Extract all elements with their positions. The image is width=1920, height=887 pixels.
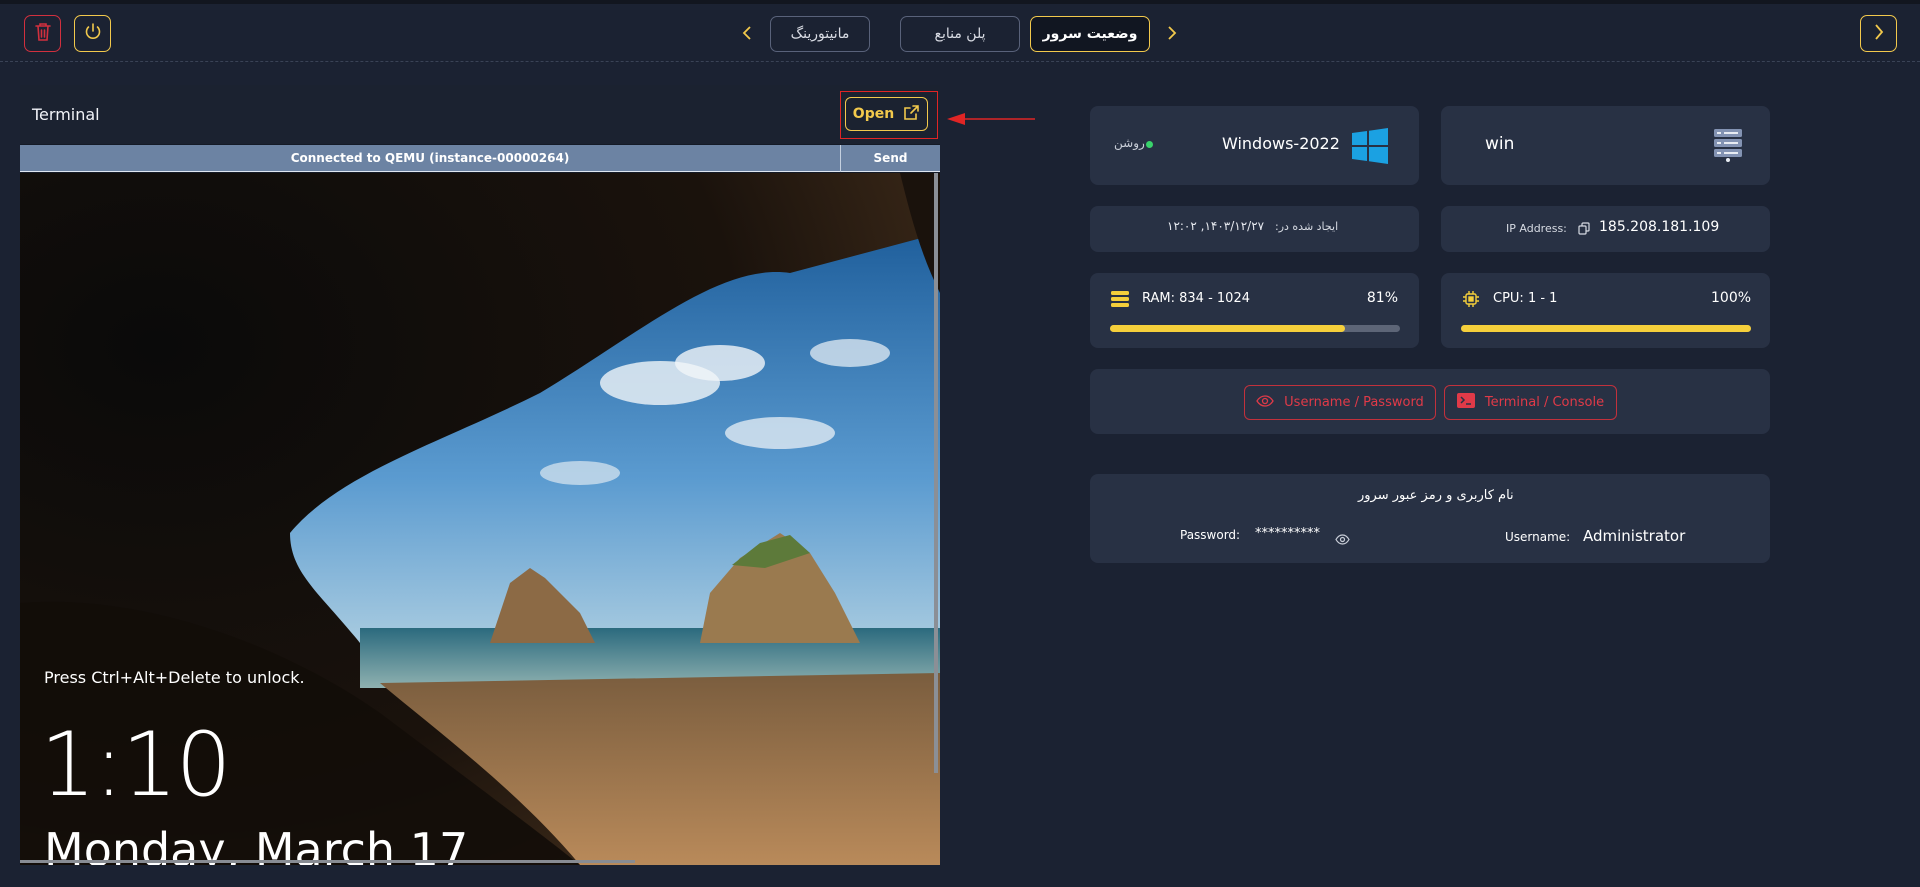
server-name: win: [1485, 134, 1515, 154]
ram-card: RAM: 834 - 1024 81%: [1090, 273, 1419, 348]
username-label: Username:: [1505, 530, 1571, 544]
open-label: Open: [852, 106, 895, 122]
password-value: **********: [1255, 526, 1320, 541]
credentials-title: نام کاربری و رمز عبور سرور: [1358, 488, 1514, 503]
cpu-progress-fill: [1461, 325, 1751, 332]
username-password-label: Username / Password: [1284, 395, 1424, 410]
vnc-screen[interactable]: Press Ctrl+Alt+Delete to unlock. 1:10 Mo…: [20, 173, 940, 865]
created-date-card: ایجاد شده در: ۱۴۰۳/۱۲/۲۷, ۱۲:۰۲: [1090, 206, 1419, 252]
ip-address-card: IP Address: 185.208.181.109: [1441, 206, 1770, 252]
annotation-arrow: [947, 113, 1035, 125]
chevron-right-icon: [1167, 25, 1177, 44]
chevron-right-icon: [1874, 23, 1884, 44]
ram-progress-fill: [1110, 325, 1345, 332]
ip-value: 185.208.181.109: [1599, 219, 1720, 235]
created-label: ایجاد شده در:: [1275, 220, 1339, 233]
cpu-label: CPU: 1 - 1: [1493, 291, 1558, 306]
cpu-progress-bar: [1461, 325, 1751, 332]
tab-monitoring[interactable]: مانیتورینگ: [770, 16, 870, 52]
terminal-console-label: Terminal / Console: [1484, 395, 1605, 410]
terminal-console-button[interactable]: Terminal / Console: [1444, 385, 1617, 420]
open-terminal-button[interactable]: Open: [845, 97, 928, 131]
credentials-card: نام کاربری و رمز عبور سرور Password: ***…: [1090, 474, 1770, 563]
trash-icon: [34, 22, 52, 46]
tab-server-status[interactable]: وضعیت سرور: [1030, 16, 1150, 52]
server-status: روشن: [1114, 136, 1145, 150]
server-name-card: win: [1441, 106, 1770, 185]
tabs-scroll-left-button[interactable]: [739, 25, 755, 44]
terminal-icon: [1456, 393, 1475, 412]
server-icon: [1713, 128, 1743, 166]
username-value: Administrator: [1583, 527, 1686, 545]
chevron-left-icon: [742, 25, 752, 44]
tabs-scroll-right-button[interactable]: [1164, 25, 1180, 44]
os-name: Windows-2022: [1222, 134, 1340, 153]
terminal-panel: Terminal Open Connected to QEMU (instanc…: [20, 85, 940, 865]
vnc-horizontal-scrollbar[interactable]: [20, 860, 635, 863]
lock-screen-time: 1:10: [40, 713, 232, 816]
ram-memory-icon: [1110, 290, 1130, 312]
password-label: Password:: [1180, 528, 1241, 542]
terminal-title: Terminal: [32, 105, 100, 124]
username-password-button[interactable]: Username / Password: [1244, 385, 1436, 420]
lock-screen-date: Monday, March 17: [44, 823, 469, 865]
tab-resource-plan[interactable]: پلن منابع: [900, 16, 1020, 52]
external-link-icon: [903, 104, 920, 125]
vnc-vertical-scrollbar[interactable]: [934, 173, 938, 773]
created-value: ۱۴۰۳/۱۲/۲۷, ۱۲:۰۲: [1167, 219, 1265, 233]
status-dot: [1146, 141, 1153, 148]
send-ctrl-alt-del-button[interactable]: Send CtrlAltDel: [840, 145, 940, 192]
delete-server-button[interactable]: [24, 15, 61, 52]
windows-logo-icon: [1352, 128, 1388, 168]
terminal-header: Terminal Open: [20, 85, 940, 144]
top-bar: مانیتورینگ پلن منابع وضعیت سرور: [0, 4, 1920, 62]
vnc-connection-status: Connected to QEMU (instance-00000264): [290, 151, 570, 165]
copy-icon[interactable]: [1578, 220, 1590, 239]
vnc-status-bar: Connected to QEMU (instance-00000264) Se…: [20, 145, 940, 192]
back-button[interactable]: [1860, 15, 1897, 52]
power-button[interactable]: [74, 15, 111, 52]
cpu-percent: 100%: [1711, 290, 1752, 306]
ram-label: RAM: 834 - 1024: [1142, 291, 1250, 306]
ram-percent: 81%: [1366, 290, 1398, 306]
lock-screen-hint: Press Ctrl+Alt+Delete to unlock.: [44, 668, 305, 687]
ip-label: IP Address:: [1506, 222, 1567, 235]
ram-progress-bar: [1110, 325, 1400, 332]
actions-card: Username / Password Terminal / Console: [1090, 369, 1770, 434]
os-card: Windows-2022 روشن: [1090, 106, 1419, 185]
cpu-card: CPU: 1 - 1 100%: [1441, 273, 1770, 348]
cpu-chip-icon: [1462, 290, 1480, 312]
power-icon: [83, 22, 103, 46]
show-password-icon[interactable]: [1335, 530, 1350, 549]
eye-icon: [1256, 394, 1274, 411]
